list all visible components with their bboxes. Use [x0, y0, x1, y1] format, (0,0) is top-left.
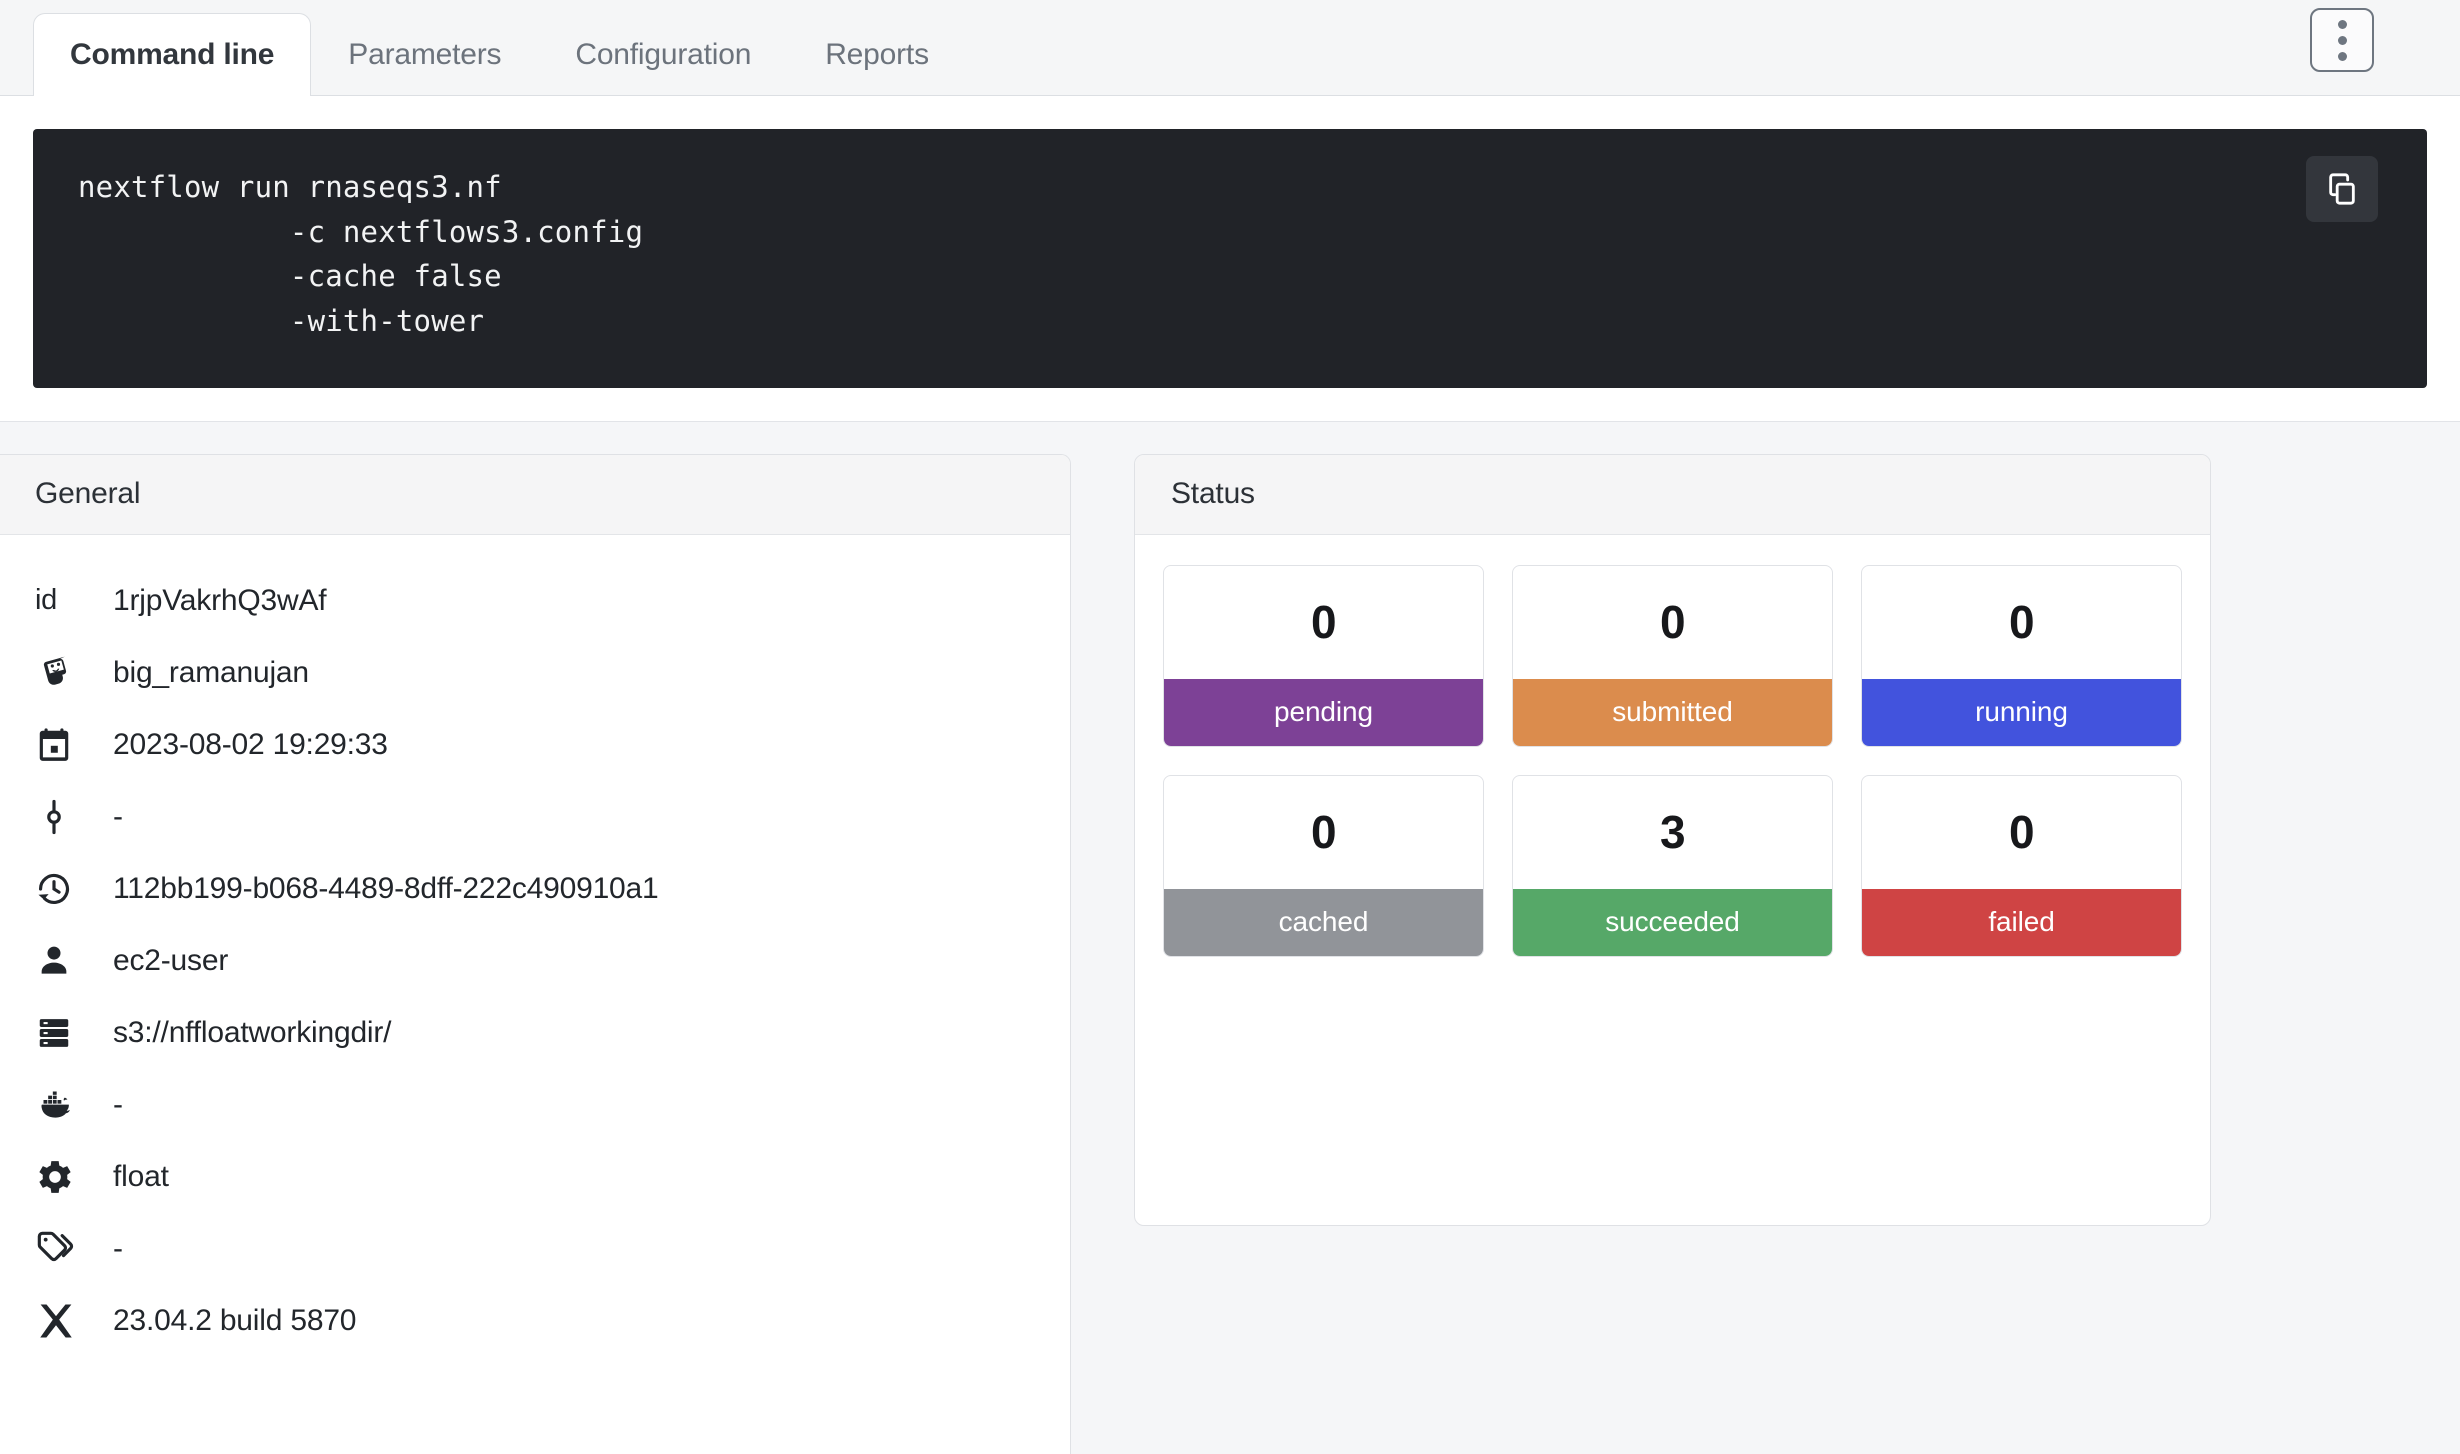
copy-button[interactable]: [2306, 156, 2378, 222]
status-card-submitted[interactable]: 0 submitted: [1512, 565, 1833, 747]
general-value: -: [93, 800, 123, 834]
status-column: Status 0 pending 0 submitted 0 running 0…: [1134, 454, 2211, 1226]
status-count: 3: [1513, 776, 1832, 889]
status-label: succeeded: [1513, 889, 1832, 956]
tab-label: Configuration: [575, 38, 751, 72]
tab-label: Command line: [70, 38, 274, 72]
general-row-revision: -: [35, 781, 1034, 853]
tab-label: Reports: [825, 38, 929, 72]
general-value: big_ramanujan: [93, 656, 309, 690]
theater-mask-icon: [35, 653, 93, 693]
commit-icon: [35, 798, 93, 836]
kebab-dot: [2338, 20, 2347, 29]
status-label: pending: [1164, 679, 1483, 746]
tab-configuration[interactable]: Configuration: [538, 13, 788, 95]
gear-icon: [35, 1157, 93, 1197]
general-value: -: [93, 1088, 123, 1122]
general-value: ec2-user: [93, 944, 228, 978]
tab-label: Parameters: [348, 38, 501, 72]
tab-bar: Command line Parameters Configuration Re…: [0, 0, 2460, 96]
status-count: 0: [1862, 776, 2181, 889]
status-card-cached[interactable]: 0 cached: [1163, 775, 1484, 957]
general-row-username: ec2-user: [35, 925, 1034, 997]
tab-parameters[interactable]: Parameters: [311, 13, 538, 95]
status-card: Status 0 pending 0 submitted 0 running 0…: [1134, 454, 2211, 1226]
status-card-pending[interactable]: 0 pending: [1163, 565, 1484, 747]
status-count: 0: [1513, 566, 1832, 679]
general-row-id: id 1rjpVakrhQ3wAf: [35, 565, 1034, 637]
general-value: 23.04.2 build 5870: [93, 1304, 356, 1338]
general-row-executor: float: [35, 1141, 1034, 1213]
toolbar-actions: [2310, 8, 2374, 72]
status-count: 0: [1164, 776, 1483, 889]
general-value: 1rjpVakrhQ3wAf: [93, 584, 326, 618]
kebab-dot: [2338, 52, 2347, 61]
status-title: Status: [1135, 455, 2210, 535]
status-label: failed: [1862, 889, 2181, 956]
general-column: General id 1rjpVakrhQ3wAf: [0, 454, 1071, 1454]
tab-command-line[interactable]: Command line: [33, 13, 311, 95]
general-value: float: [93, 1160, 169, 1194]
tab-reports[interactable]: Reports: [788, 13, 966, 95]
status-label: cached: [1164, 889, 1483, 956]
main-content: General id 1rjpVakrhQ3wAf: [0, 422, 2460, 1454]
command-line-codeblock: nextflow run rnaseqs3.nf -c nextflows3.c…: [33, 129, 2427, 388]
status-grid: 0 pending 0 submitted 0 running 0 cached…: [1135, 535, 2210, 991]
command-line-panel: nextflow run rnaseqs3.nf -c nextflows3.c…: [0, 96, 2460, 422]
general-row-session-id: 112bb199-b068-4489-8dff-222c490910a1: [35, 853, 1034, 925]
general-row-start-date: 2023-08-02 19:29:33: [35, 709, 1034, 781]
nextflow-x-icon: [35, 1300, 93, 1342]
id-text-icon: id: [35, 584, 93, 617]
general-value: s3://nffloatworkingdir/: [93, 1016, 391, 1050]
tag-icon: [35, 1229, 93, 1269]
status-card-succeeded[interactable]: 3 succeeded: [1512, 775, 1833, 957]
kebab-vertical-icon[interactable]: [2310, 8, 2374, 72]
general-title: General: [0, 455, 1070, 535]
calendar-icon: [35, 726, 93, 764]
status-count: 0: [1164, 566, 1483, 679]
id-label: id: [35, 584, 57, 617]
server-icon: [35, 1014, 93, 1052]
general-list: id 1rjpVakrhQ3wAf big_ramanujan: [0, 535, 1070, 1387]
kebab-dot: [2338, 36, 2347, 45]
general-card: General id 1rjpVakrhQ3wAf: [0, 454, 1071, 1454]
general-row-container: -: [35, 1069, 1034, 1141]
status-label: submitted: [1513, 679, 1832, 746]
general-row-work-directory: s3://nffloatworkingdir/: [35, 997, 1034, 1069]
general-row-labels: -: [35, 1213, 1034, 1285]
user-icon: [35, 942, 93, 980]
general-row-run-name: big_ramanujan: [35, 637, 1034, 709]
general-value: 2023-08-02 19:29:33: [93, 728, 388, 762]
general-value: -: [93, 1232, 123, 1266]
status-card-running[interactable]: 0 running: [1861, 565, 2182, 747]
status-label: running: [1862, 679, 2181, 746]
command-line-text: nextflow run rnaseqs3.nf -c nextflows3.c…: [78, 165, 2387, 344]
status-count: 0: [1862, 566, 2181, 679]
history-clock-icon: [35, 870, 93, 908]
copy-icon: [2325, 172, 2359, 206]
docker-whale-icon: [35, 1085, 93, 1125]
general-row-nextflow-version: 23.04.2 build 5870: [35, 1285, 1034, 1357]
general-value: 112bb199-b068-4489-8dff-222c490910a1: [93, 872, 659, 906]
status-card-failed[interactable]: 0 failed: [1861, 775, 2182, 957]
